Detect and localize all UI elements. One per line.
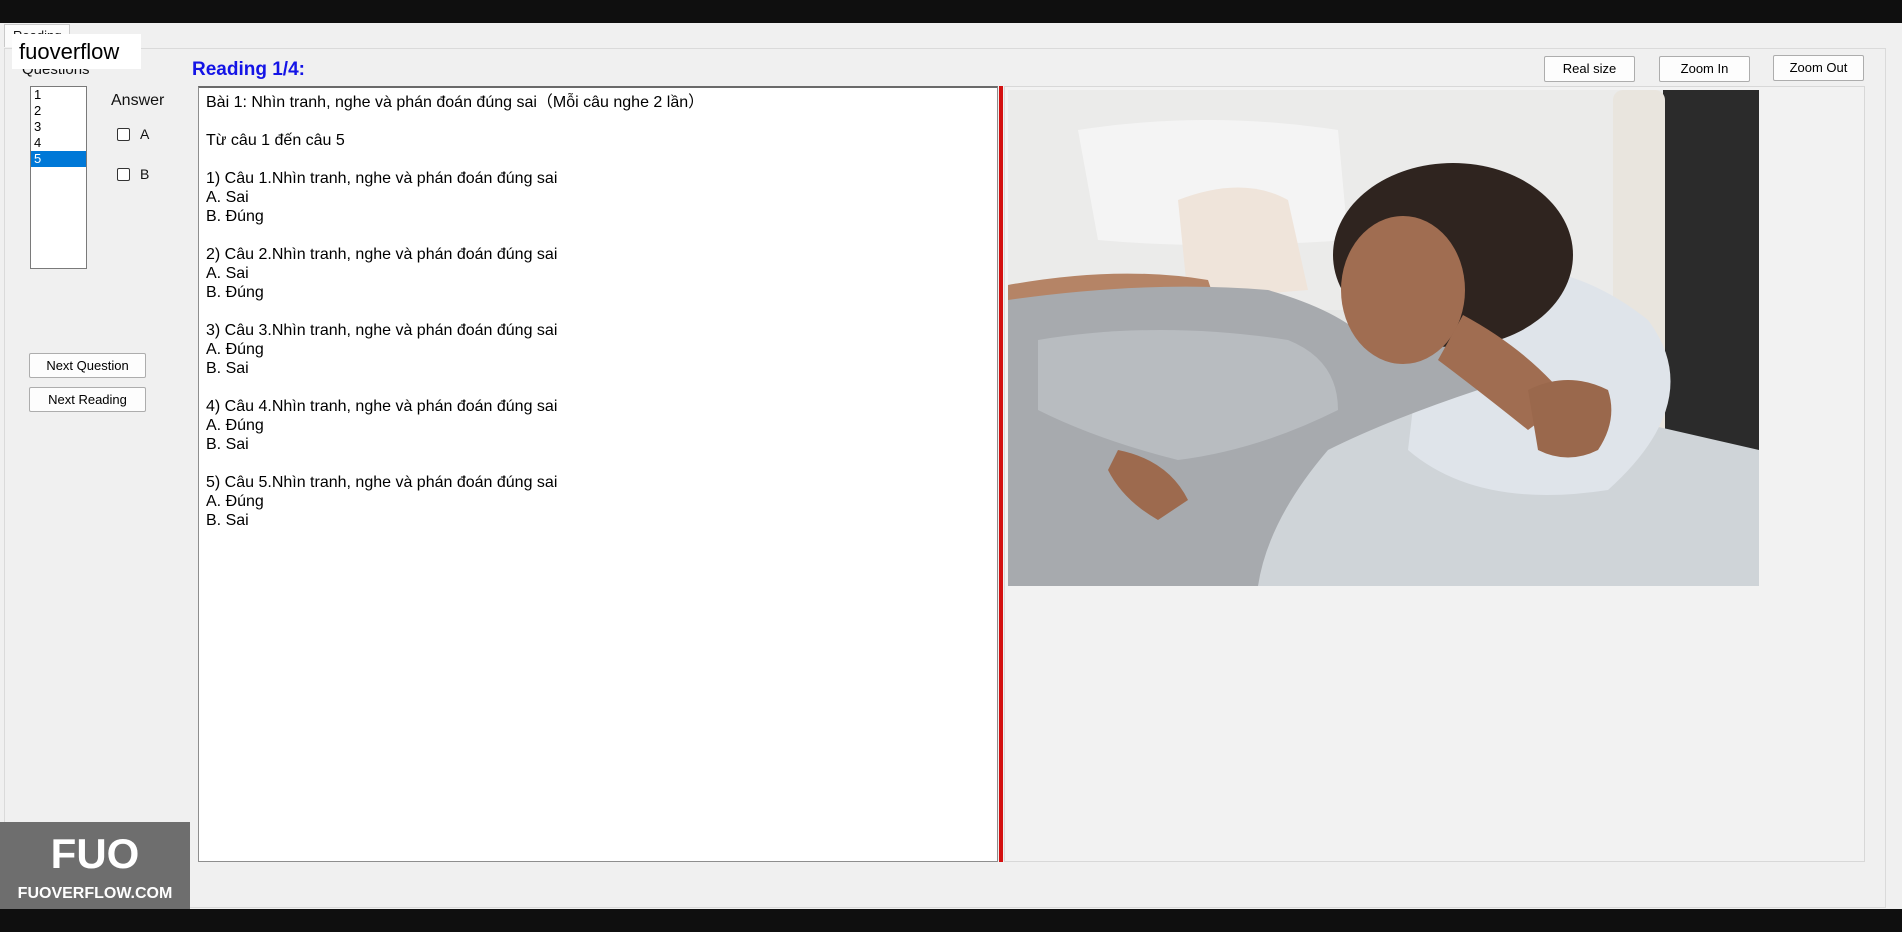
question-list-item[interactable]: 3 [31, 119, 86, 135]
reading-blank-line [206, 112, 990, 131]
logo-site-text: FUOVERFLOW.COM [18, 885, 173, 902]
answer-a-checkbox[interactable] [117, 127, 130, 141]
app-window: Reading fuoverflow Questions Reading 1/4… [0, 23, 1902, 909]
reading-line: B. Sai [206, 360, 249, 377]
reading-line: 2) Câu 2.Nhìn tranh, nghe và phán đoán đ… [206, 246, 558, 263]
question-list-item[interactable]: 4 [31, 135, 86, 151]
fuoverflow-logo: FUO FUOVERFLOW.COM [0, 822, 190, 909]
next-reading-button[interactable]: Next Reading [29, 387, 146, 412]
reading-title: Reading 1/4: [192, 59, 305, 80]
reading-blank-line [206, 378, 990, 397]
zoom-out-button[interactable]: Zoom Out [1773, 55, 1864, 81]
reading-blank-line [206, 226, 990, 245]
reading-line: 4) Câu 4.Nhìn tranh, nghe và phán đoán đ… [206, 398, 558, 415]
reading-blank-line [206, 302, 990, 321]
reading-content-textbox[interactable]: Bài 1: Nhìn tranh, nghe và phán đoán đún… [198, 86, 998, 862]
question-list-item[interactable]: 1 [31, 87, 86, 103]
reading-line: Từ câu 1 đến câu 5 [206, 132, 345, 149]
reading-line: B. Đúng [206, 284, 264, 301]
answer-option-a[interactable]: A [117, 126, 149, 142]
reading-line: A. Sai [206, 189, 249, 206]
tab-strip: Reading [0, 23, 1902, 49]
zoom-in-button[interactable]: Zoom In [1659, 56, 1750, 82]
answer-label: Answer [111, 92, 165, 109]
question-image [1008, 90, 1759, 586]
reading-line: A. Sai [206, 265, 249, 282]
reading-line: A. Đúng [206, 417, 264, 434]
reading-line: Bài 1: Nhìn tranh, nghe và phán đoán đún… [206, 94, 705, 111]
reading-blank-line [206, 454, 990, 473]
reading-line: 3) Câu 3.Nhìn tranh, nghe và phán đoán đ… [206, 322, 558, 339]
question-list-item-selected[interactable]: 5 [31, 151, 86, 167]
reading-line: A. Đúng [206, 341, 264, 358]
image-viewer-panel [1004, 86, 1865, 862]
splitter-bar[interactable] [999, 86, 1003, 862]
reading-blank-line [206, 150, 990, 169]
answer-option-b[interactable]: B [117, 166, 149, 182]
question-list[interactable]: 1 2 3 4 5 [30, 86, 87, 269]
answer-b-label: B [140, 166, 150, 182]
reading-line: B. Sai [206, 512, 249, 529]
reading-line: A. Đúng [206, 493, 264, 510]
top-black-bar [0, 0, 1902, 23]
fuo-logo-mark: FUO FUOVERFLOW.COM [18, 830, 173, 902]
question-list-item[interactable]: 2 [31, 103, 86, 119]
watermark-label: fuoverflow [12, 34, 141, 69]
reading-line: B. Sai [206, 436, 249, 453]
real-size-button[interactable]: Real size [1544, 56, 1635, 82]
reading-line: B. Đúng [206, 208, 264, 225]
logo-letters: FUO [51, 830, 140, 877]
reading-line: 1) Câu 1.Nhìn tranh, nghe và phán đoán đ… [206, 170, 558, 187]
answer-b-checkbox[interactable] [117, 167, 130, 181]
answer-a-label: A [140, 126, 150, 142]
bottom-black-bar [0, 909, 1902, 932]
reading-line: 5) Câu 5.Nhìn tranh, nghe và phán đoán đ… [206, 474, 558, 491]
next-question-button[interactable]: Next Question [29, 353, 146, 378]
